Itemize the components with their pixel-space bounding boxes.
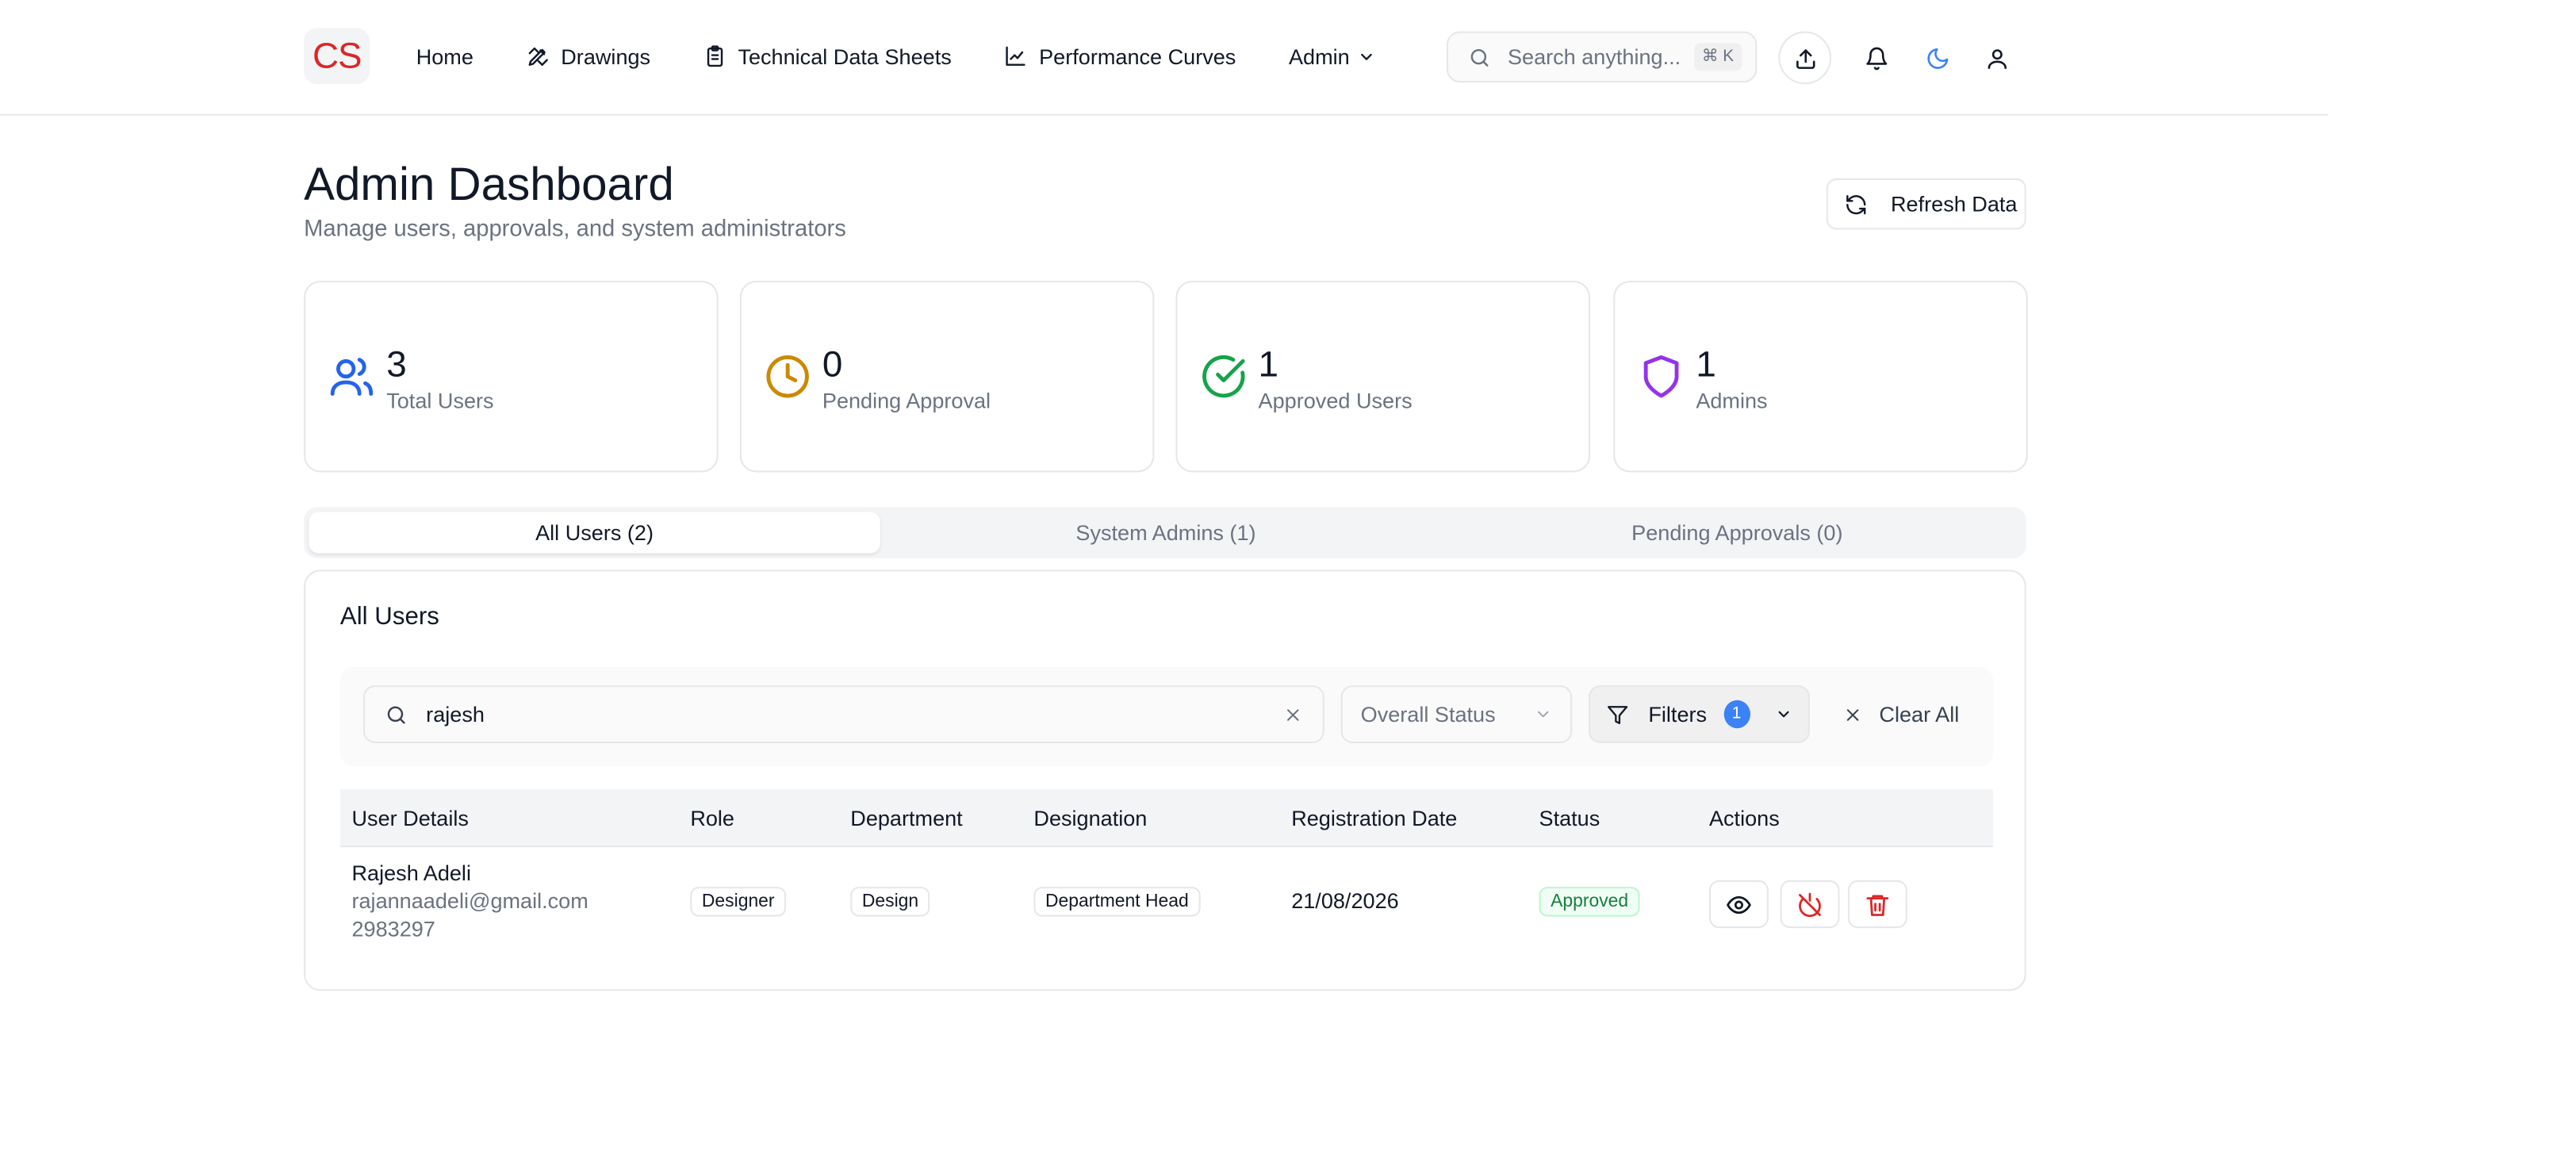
filter-funnel-icon — [1608, 705, 1628, 723]
nav-performance-curves-label: Performance Curves — [1039, 44, 1236, 69]
tab-pending-approvals[interactable]: Pending Approvals (0) — [1451, 512, 2022, 553]
nav-home-label: Home — [416, 44, 473, 69]
nav-home[interactable]: Home — [416, 44, 473, 68]
close-icon — [1846, 708, 1859, 720]
check-circle-icon — [1202, 355, 1245, 398]
moon-icon — [1926, 47, 1948, 68]
refresh-data-label: Refresh Data — [1891, 191, 2018, 217]
filter-bar: rajesh Overall Status Filters 1 Clear Al… — [339, 667, 1994, 767]
chevron-down-icon — [1538, 711, 1549, 718]
overall-status-select[interactable]: Overall Status — [1340, 685, 1573, 743]
filters-count-badge: 1 — [1723, 700, 1750, 729]
global-search[interactable]: Search anything... ⌘ K — [1446, 31, 1758, 83]
nav-drawings-label: Drawings — [561, 44, 651, 69]
role-chip: Designer — [690, 887, 787, 917]
table-row: Rajesh Adeli rajannaadeli@gmail.com 2983… — [340, 847, 1993, 956]
stat-card-total-users: 3 Total Users — [304, 280, 719, 473]
nav-technical-data-sheets-label: Technical Data Sheets — [738, 44, 952, 69]
stat-label: Approved Users — [1258, 388, 1413, 413]
stat-card-approved-users: 1 Approved Users — [1175, 280, 1591, 473]
bell-icon — [1865, 46, 1887, 70]
filters-label: Filters — [1648, 701, 1708, 727]
registration-date: 21/08/2026 — [1291, 888, 1399, 914]
user-tabs: All Users (2) System Admins (1) Pending … — [304, 507, 2026, 558]
line-chart-icon — [1006, 46, 1026, 66]
stat-label: Admins — [1696, 388, 1768, 413]
stat-value: 1 — [1696, 343, 1716, 385]
top-navbar: CS Home Drawings Technical Data Sheets P… — [0, 0, 2329, 116]
user-search-input[interactable]: rajesh — [363, 685, 1324, 743]
tab-system-admins[interactable]: System Admins (1) — [880, 512, 1451, 553]
search-shortcut-badge: ⌘ K — [1693, 43, 1742, 71]
nav-drawings[interactable]: Drawings — [527, 44, 651, 69]
delete-user-button[interactable] — [1847, 880, 1907, 929]
upload-icon — [1796, 48, 1815, 68]
upload-button[interactable] — [1778, 31, 1832, 85]
refresh-icon — [1846, 194, 1866, 214]
stat-value: 3 — [386, 343, 407, 385]
user-phone: 2983297 — [351, 916, 435, 941]
search-icon — [1470, 48, 1489, 66]
global-search-placeholder: Search anything... — [1507, 44, 1681, 70]
nav-admin-dropdown[interactable]: Admin — [1289, 44, 1376, 68]
all-users-panel: All Users rajesh Overall Status Filters … — [304, 569, 2026, 991]
view-user-button[interactable] — [1708, 880, 1769, 929]
theme-toggle-button[interactable] — [1911, 32, 1964, 85]
user-email: rajannaadeli@gmail.com — [351, 888, 588, 914]
nav-technical-data-sheets[interactable]: Technical Data Sheets — [703, 44, 952, 68]
page-title: Admin Dashboard — [304, 158, 674, 210]
power-off-icon — [1799, 892, 1821, 917]
profile-button[interactable] — [1970, 32, 2023, 85]
stat-label: Pending Approval — [822, 388, 991, 413]
nav-admin-label: Admin — [1288, 44, 1350, 69]
trash-icon — [1866, 894, 1889, 915]
column-header: Designation — [1033, 806, 1148, 831]
search-icon — [387, 705, 405, 723]
panel-title: All Users — [339, 602, 439, 631]
users-table: User Details Role Department Designation… — [339, 789, 1994, 956]
column-header: Actions — [1708, 806, 1780, 831]
stat-value: 0 — [822, 343, 843, 385]
logo[interactable]: CS — [304, 28, 370, 85]
user-search-value: rajesh — [426, 701, 485, 727]
main-nav: Home Drawings Technical Data Sheets Perf… — [416, 40, 1429, 73]
column-header: Department — [850, 806, 963, 831]
designation-chip: Department Head — [1033, 887, 1201, 917]
stat-card-pending-approval: 0 Pending Approval — [739, 280, 1155, 473]
chevron-down-icon — [1361, 52, 1373, 59]
refresh-data-button[interactable]: Refresh Data — [1826, 178, 2026, 230]
column-header: Role — [690, 806, 735, 831]
page-subtitle: Manage users, approvals, and system admi… — [304, 214, 846, 241]
revoke-access-button[interactable] — [1780, 880, 1840, 929]
department-chip: Design — [850, 887, 930, 917]
stat-label: Total Users — [386, 388, 494, 413]
filters-dropdown-button[interactable]: Filters 1 — [1588, 685, 1810, 743]
drawing-pencil-icon — [527, 47, 548, 66]
table-header: User Details Role Department Designation… — [339, 789, 1994, 848]
clock-icon — [766, 355, 809, 398]
clear-all-label: Clear All — [1879, 701, 1960, 727]
eye-icon — [1727, 895, 1751, 914]
tab-all-users[interactable]: All Users (2) — [309, 512, 880, 554]
column-header: Registration Date — [1291, 806, 1458, 831]
clear-all-button[interactable]: Clear All — [1843, 685, 1960, 743]
column-header: User Details — [351, 806, 469, 831]
users-icon — [330, 358, 374, 397]
user-icon — [1987, 48, 2006, 68]
shield-icon — [1643, 355, 1679, 398]
user-name: Rajesh Adeli — [351, 860, 471, 886]
clipboard-icon — [707, 45, 723, 67]
stat-value: 1 — [1258, 343, 1279, 385]
nav-performance-curves[interactable]: Performance Curves — [1004, 44, 1236, 68]
overall-status-value: Overall Status — [1360, 701, 1496, 727]
notifications-button[interactable] — [1850, 32, 1903, 85]
status-badge: Approved — [1539, 887, 1640, 917]
clear-search-icon[interactable] — [1283, 704, 1303, 724]
column-header: Status — [1539, 806, 1600, 831]
stat-card-admins: 1 Admins — [1613, 280, 2028, 473]
chevron-down-icon — [1777, 711, 1788, 718]
